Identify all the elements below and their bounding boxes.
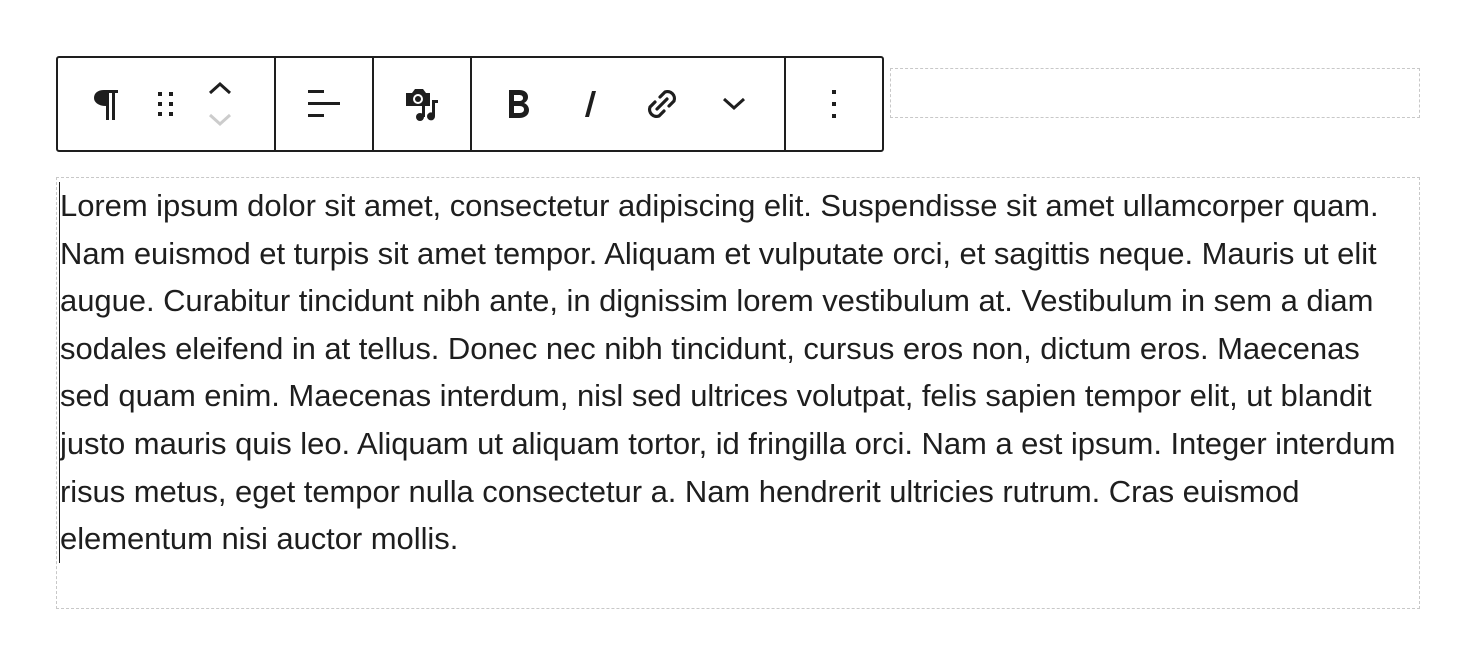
chevron-down-icon: [722, 97, 746, 111]
insert-media-button[interactable]: [398, 80, 446, 128]
align-left-icon: [308, 90, 340, 117]
link-icon: [647, 89, 677, 119]
drag-handle-icon: [158, 92, 173, 116]
formatting-group: [472, 58, 786, 150]
paragraph-icon: [94, 90, 118, 120]
block-type-button[interactable]: [82, 80, 130, 128]
link-button[interactable]: [638, 80, 686, 128]
bold-icon: [509, 90, 529, 118]
paragraph-text[interactable]: Lorem ipsum dolor sit amet, consectetur …: [59, 182, 1417, 563]
align-button[interactable]: [300, 80, 348, 128]
chevron-down-icon: [208, 113, 232, 127]
bold-button[interactable]: [494, 80, 542, 128]
paragraph-block[interactable]: Lorem ipsum dolor sit amet, consectetur …: [56, 177, 1420, 609]
block-controls-group: [58, 58, 276, 150]
empty-block-outline: [890, 68, 1420, 118]
more-formats-button[interactable]: [710, 80, 758, 128]
options-group: [786, 58, 882, 150]
move-down-button[interactable]: [196, 104, 244, 136]
chevron-up-icon: [208, 81, 232, 95]
block-toolbar: [56, 56, 884, 152]
move-up-button[interactable]: [196, 72, 244, 104]
media-group: [374, 58, 472, 150]
block-options-button[interactable]: [810, 80, 858, 128]
italic-button[interactable]: [566, 80, 614, 128]
camera-music-icon: [406, 89, 438, 121]
more-vertical-icon: [832, 90, 836, 118]
italic-icon: [585, 91, 596, 117]
block-mover: [202, 68, 250, 140]
alignment-group: [276, 58, 374, 150]
drag-handle-button[interactable]: [142, 80, 190, 128]
